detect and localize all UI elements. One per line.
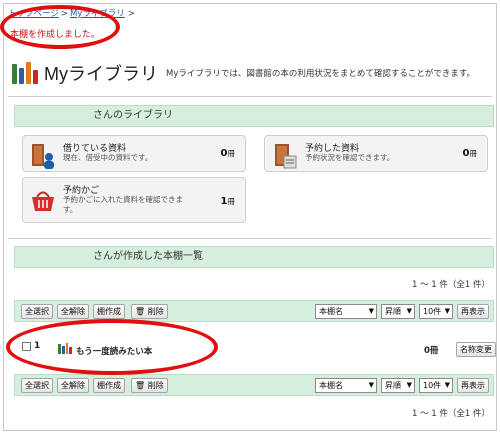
per-page-select[interactable]: 10件 ▼: [419, 378, 453, 393]
basket-count: 1冊: [220, 196, 235, 207]
per-page-value: 10件: [423, 307, 442, 316]
trash-icon: 🗑: [135, 381, 146, 390]
page-description: Myライブラリでは、図書館の本の利用状況をまとめて確認することができます。: [166, 69, 476, 79]
shelf-toolbar-bottom: 全選択 全解除 棚作成 🗑 削除 本棚名 ▼ 昇順 ▼ 10件 ▼ 再表示: [14, 374, 494, 396]
basket-card[interactable]: 予約かご 予約かごに入れた資料を確認できます。 1冊: [22, 177, 246, 223]
delete-button[interactable]: 🗑 削除: [131, 304, 168, 319]
create-shelf-button[interactable]: 棚作成: [93, 378, 125, 393]
rename-button[interactable]: 名称変更: [456, 342, 496, 357]
sort-field-select[interactable]: 本棚名 ▼: [315, 378, 377, 393]
sort-order-value: 昇順: [385, 307, 401, 316]
sort-field-select[interactable]: 本棚名 ▼: [315, 304, 377, 319]
library-section-heading: さんのライブラリ: [14, 105, 494, 127]
result-count-bottom: 1 ～ 1 件（全1 件）: [411, 409, 490, 419]
chevron-down-icon: ▼: [406, 307, 412, 315]
reserved-card[interactable]: 予約した資料 予約状況を確認できます。 0冊: [264, 135, 488, 172]
books-person-icon: [30, 142, 56, 170]
chevron-down-icon: ▼: [406, 381, 412, 389]
library-books-icon: [12, 62, 38, 84]
reserved-subtitle: 予約状況を確認できます。: [305, 153, 395, 162]
divider: [8, 96, 492, 97]
sort-order-select[interactable]: 昇順 ▼: [381, 378, 415, 393]
borrowed-card[interactable]: 借りている資料 現在、借受中の資料です。 0冊: [22, 135, 246, 172]
basket-icon: [30, 187, 56, 215]
reserved-book-icon: [272, 142, 298, 170]
per-page-value: 10件: [423, 381, 442, 390]
borrowed-count: 0冊: [220, 148, 235, 159]
chevron-down-icon: ▼: [368, 307, 374, 315]
select-all-button[interactable]: 全選択: [21, 378, 53, 393]
redisplay-button[interactable]: 再表示: [457, 304, 489, 319]
page-title: Myライブラリ: [44, 64, 158, 84]
sort-field-value: 本棚名: [319, 381, 343, 390]
reserved-count: 0冊: [462, 148, 477, 159]
breadcrumb-separator-end: >: [127, 9, 135, 19]
create-shelf-button[interactable]: 棚作成: [93, 304, 125, 319]
chevron-down-icon: ▼: [368, 381, 374, 389]
divider: [8, 238, 492, 239]
page-header: Myライブラリ Myライブラリでは、図書館の本の利用状況をまとめて確認することが…: [12, 60, 494, 86]
delete-label: 削除: [147, 307, 164, 316]
sort-order-select[interactable]: 昇順 ▼: [381, 304, 415, 319]
annotation-ellipse-message: [0, 5, 120, 49]
deselect-all-button[interactable]: 全解除: [57, 378, 89, 393]
chevron-down-icon: ▼: [444, 381, 450, 389]
deselect-all-button[interactable]: 全解除: [57, 304, 89, 319]
delete-label: 削除: [147, 381, 164, 390]
shelf-book-count: 0冊: [424, 346, 439, 356]
borrowed-subtitle: 現在、借受中の資料です。: [63, 153, 153, 162]
basket-subtitle: 予約かごに入れた資料を確認できます。: [63, 195, 183, 214]
shelf-section-heading: さんが作成した本棚一覧: [14, 246, 494, 268]
shelf-toolbar-top: 全選択 全解除 棚作成 🗑 削除 本棚名 ▼ 昇順 ▼ 10件 ▼ 再表示: [14, 300, 494, 322]
select-all-button[interactable]: 全選択: [21, 304, 53, 319]
sort-order-value: 昇順: [385, 381, 401, 390]
trash-icon: 🗑: [135, 307, 146, 316]
delete-button[interactable]: 🗑 削除: [131, 378, 168, 393]
redisplay-button[interactable]: 再表示: [457, 378, 489, 393]
result-count-top: 1 ～ 1 件（全1 件）: [411, 280, 490, 290]
chevron-down-icon: ▼: [444, 307, 450, 315]
annotation-ellipse-shelf: [6, 319, 218, 375]
per-page-select[interactable]: 10件 ▼: [419, 304, 453, 319]
sort-field-value: 本棚名: [319, 307, 343, 316]
